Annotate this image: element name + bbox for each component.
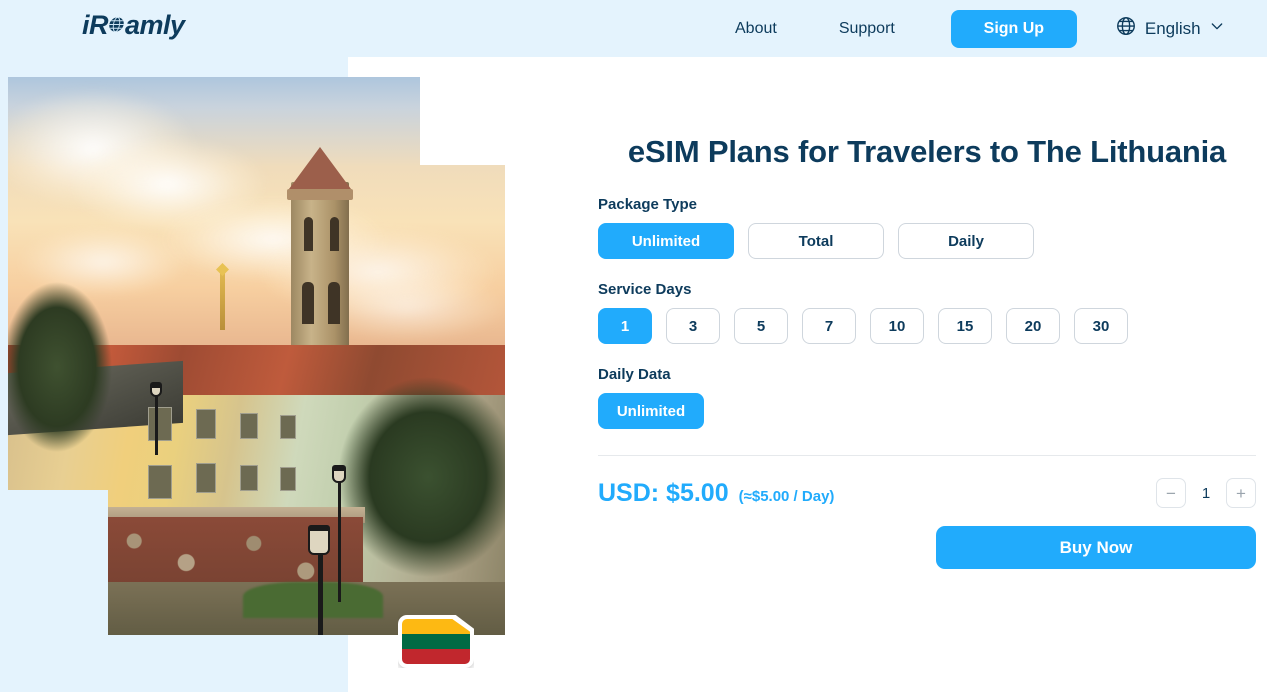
hero-image-container: [8, 77, 505, 668]
photo-window: [280, 415, 296, 439]
logo-text-part1: iR: [82, 10, 109, 40]
price-amount: USD: $5.00: [598, 478, 729, 507]
package-type-option-daily[interactable]: Daily: [898, 223, 1034, 259]
photo-tower-band: [287, 189, 353, 200]
photo-street-lamp: [332, 465, 346, 483]
photo-window: [196, 409, 216, 439]
package-type-option-unlimited[interactable]: Unlimited: [598, 223, 734, 259]
photo-window: [240, 413, 258, 439]
price-group: USD: $5.00 (≈$5.00 / Day): [598, 479, 834, 508]
package-type-option-total[interactable]: Total: [748, 223, 884, 259]
quantity-value: 1: [1201, 484, 1211, 502]
lithuania-flag-icon: [402, 619, 470, 664]
plan-panel: eSIM Plans for Travelers to The Lithuani…: [598, 130, 1256, 569]
service-days-options: 1 3 5 7 10 15 20 30: [598, 308, 1256, 344]
globe-icon: [1115, 15, 1137, 42]
photo-street-lamp-post: [155, 395, 158, 455]
package-type-label: Package Type: [598, 196, 697, 213]
main-navigation: About Support Sign Up English: [725, 0, 1225, 57]
nav-link-support[interactable]: Support: [829, 14, 905, 44]
photo-street-lamp: [308, 525, 330, 555]
page-title: eSIM Plans for Travelers to The Lithuani…: [627, 134, 1227, 169]
logo-text-part2: amly: [125, 10, 185, 40]
service-days-option-3[interactable]: 3: [666, 308, 720, 344]
photo-street-lamp: [150, 382, 162, 397]
package-type-options: Unlimited Total Daily: [598, 223, 1256, 259]
quantity-increment-button[interactable]: +: [1226, 478, 1256, 508]
daily-data-option-unlimited[interactable]: Unlimited: [598, 393, 704, 429]
service-days-option-15[interactable]: 15: [938, 308, 992, 344]
service-days-label: Service Days: [598, 281, 692, 298]
photo-tower-window: [330, 217, 339, 251]
photo-window: [148, 407, 172, 441]
photo-window: [280, 467, 296, 491]
chevron-down-icon: [1209, 18, 1225, 39]
flag-stripe-yellow: [402, 619, 470, 634]
service-days-option-7[interactable]: 7: [802, 308, 856, 344]
price-per-day: (≈$5.00 / Day): [738, 487, 835, 505]
package-type-group: Package Type Unlimited Total Daily: [598, 196, 1256, 259]
hero-photo: [8, 77, 505, 635]
logo[interactable]: iR amly: [82, 10, 185, 41]
buy-now-button[interactable]: Buy Now: [936, 526, 1256, 569]
sign-up-button[interactable]: Sign Up: [950, 9, 1077, 48]
service-days-option-20[interactable]: 20: [1006, 308, 1060, 344]
photo-church-spire: [220, 272, 225, 330]
language-label: English: [1144, 18, 1201, 38]
photo-street-lamp-post: [318, 547, 323, 635]
daily-data-options: Unlimited: [598, 393, 1256, 429]
section-divider: [598, 455, 1256, 456]
service-days-option-30[interactable]: 30: [1074, 308, 1128, 344]
quantity-stepper: − 1 +: [1156, 478, 1256, 508]
site-header: iR amly About Support Sign Up English: [0, 0, 1267, 57]
page-root: iR amly About Support Sign Up English eS…: [0, 0, 1267, 692]
flag-stripe-red: [402, 649, 470, 664]
photo-window: [148, 465, 172, 499]
photo-tower-window: [302, 282, 314, 324]
photo-grass: [243, 582, 383, 618]
service-days-option-10[interactable]: 10: [870, 308, 924, 344]
nav-link-about[interactable]: About: [725, 14, 787, 44]
language-selector[interactable]: English: [1115, 15, 1225, 42]
photo-window: [240, 465, 258, 491]
globe-icon: [107, 16, 127, 33]
photo-tower-window: [304, 217, 313, 251]
service-days-group: Service Days 1 3 5 7 10 15 20 30: [598, 281, 1256, 344]
country-flag-badge: [398, 615, 474, 668]
price-row: USD: $5.00 (≈$5.00 / Day) − 1 +: [598, 478, 1256, 508]
photo-tree: [338, 377, 505, 577]
service-days-option-5[interactable]: 5: [734, 308, 788, 344]
flag-stripe-green: [402, 634, 470, 649]
quantity-decrement-button[interactable]: −: [1156, 478, 1186, 508]
photo-street-lamp-post: [338, 482, 341, 602]
photo-tower-window: [328, 282, 340, 324]
photo-tree: [8, 282, 112, 452]
hero-image: [8, 77, 505, 635]
daily-data-label: Daily Data: [598, 366, 671, 383]
photo-window: [196, 463, 216, 493]
buy-row: Buy Now: [598, 526, 1256, 569]
photo-tower-roof: [289, 147, 351, 189]
service-days-option-1[interactable]: 1: [598, 308, 652, 344]
daily-data-group: Daily Data Unlimited: [598, 366, 1256, 429]
